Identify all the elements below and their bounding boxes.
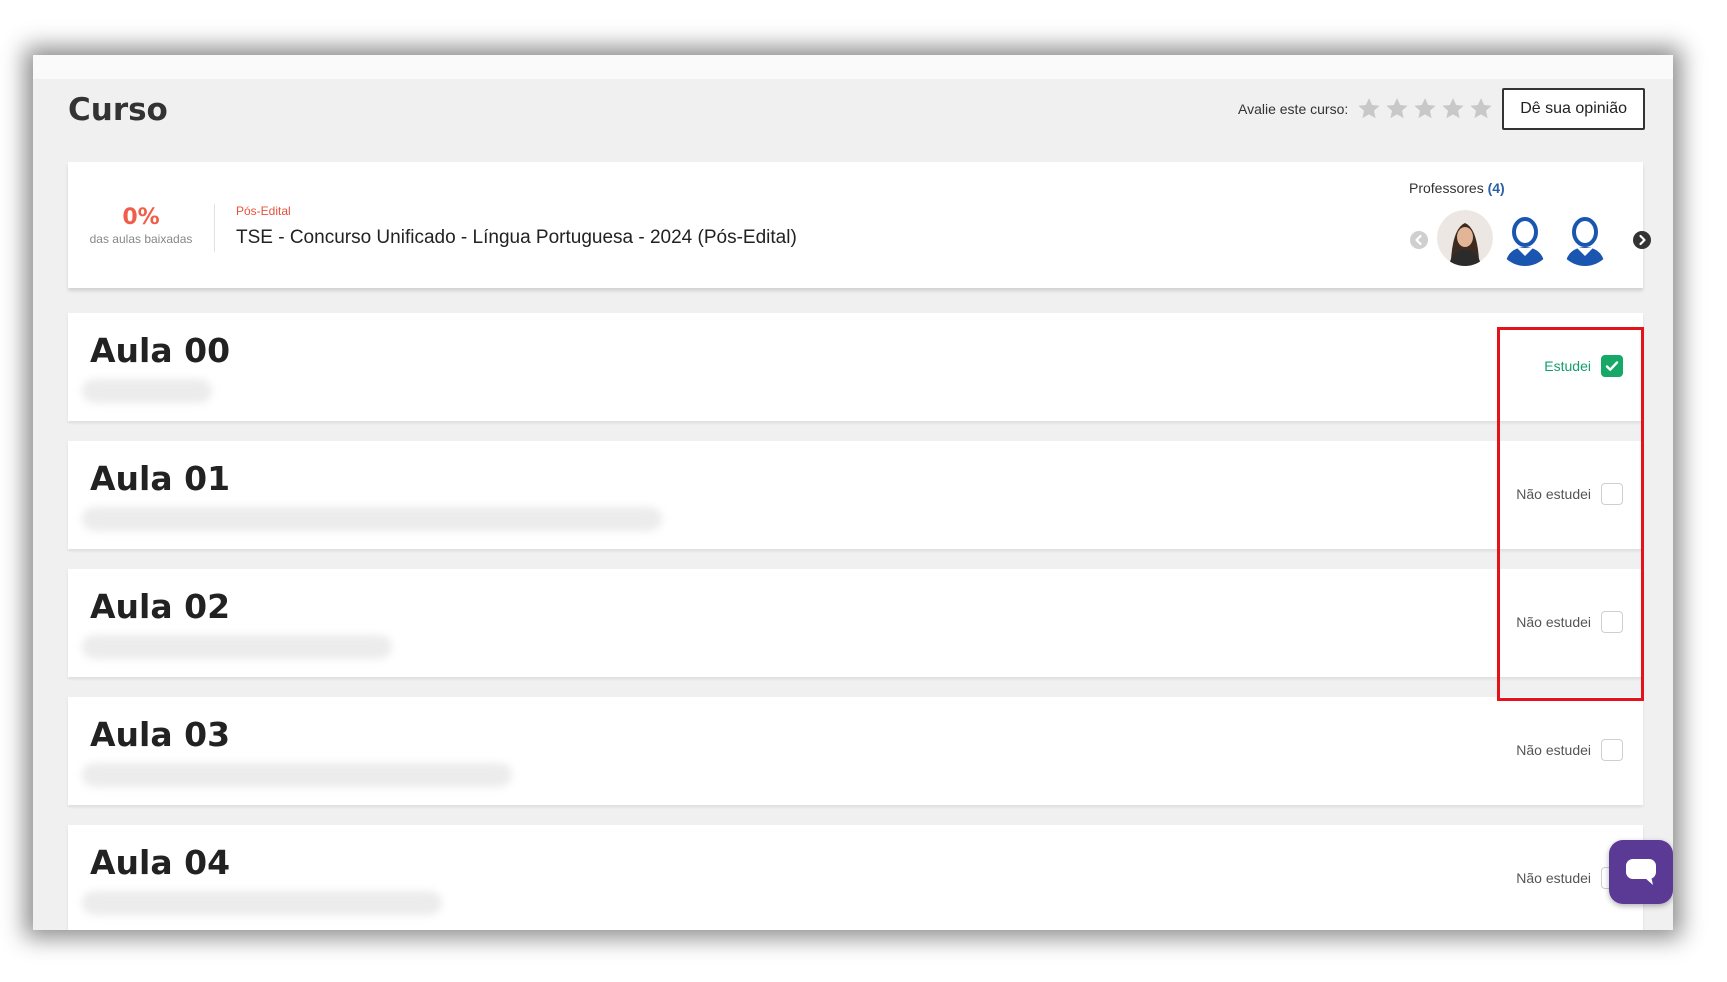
lesson-item[interactable]: Aula 00 Estudei	[68, 313, 1643, 421]
studied-checkbox[interactable]	[1601, 355, 1623, 377]
chevron-left-icon[interactable]	[1409, 230, 1429, 250]
studied-label: Não estudei	[1516, 486, 1591, 502]
lesson-item[interactable]: Aula 04 Não estudei	[68, 825, 1643, 930]
professors-carousel	[1409, 210, 1652, 270]
download-progress: 0% das aulas baixadas	[68, 205, 214, 246]
studied-checkbox[interactable]	[1601, 739, 1623, 761]
chat-bubble-icon	[1626, 859, 1656, 885]
give-opinion-button[interactable]: Dê sua opinião	[1502, 88, 1645, 130]
lesson-subtitle-blurred	[82, 891, 442, 915]
course-name: TSE - Concurso Unificado - Língua Portug…	[236, 227, 797, 248]
studied-toggle[interactable]: Não estudei	[1516, 739, 1623, 761]
star-icon[interactable]	[1468, 96, 1496, 122]
star-icon[interactable]	[1356, 96, 1384, 122]
lesson-title[interactable]: Aula 00	[90, 331, 230, 370]
professors-title: Professores (4)	[1409, 180, 1649, 196]
check-icon	[1605, 361, 1619, 371]
lesson-subtitle-blurred	[82, 507, 662, 531]
professor-avatar[interactable]	[1497, 210, 1553, 266]
course-tag: Pós-Edital	[236, 204, 291, 218]
progress-percent: 0%	[122, 205, 160, 230]
chat-button[interactable]	[1609, 840, 1673, 904]
course-card: 0% das aulas baixadas Pós-Edital TSE - C…	[68, 162, 1651, 288]
studied-checkbox[interactable]	[1601, 611, 1623, 633]
professors-count[interactable]: (4)	[1488, 180, 1505, 196]
lesson-title[interactable]: Aula 03	[90, 715, 230, 754]
studied-toggle[interactable]: Não estudei	[1516, 483, 1623, 505]
lesson-title[interactable]: Aula 01	[90, 459, 230, 498]
studied-toggle[interactable]: Não estudei	[1516, 611, 1623, 633]
course-window: Curso Avalie este curso: Dê sua opinião …	[33, 55, 1673, 930]
lesson-item[interactable]: Aula 01 Não estudei	[68, 441, 1643, 549]
lesson-item[interactable]: Aula 03 Não estudei	[68, 697, 1643, 805]
star-icon[interactable]	[1440, 96, 1468, 122]
lesson-subtitle-blurred	[82, 635, 392, 659]
rating-stars	[1356, 96, 1496, 122]
studied-checkbox[interactable]	[1601, 483, 1623, 505]
lesson-subtitle-blurred	[82, 763, 512, 787]
professors-panel: Professores (4)	[1409, 180, 1651, 266]
star-icon[interactable]	[1412, 96, 1440, 122]
page-title: Curso	[68, 92, 168, 128]
chevron-right-icon[interactable]	[1632, 230, 1652, 250]
studied-toggle[interactable]: Estudei	[1544, 355, 1623, 377]
card-divider	[214, 204, 215, 252]
studied-toggle[interactable]: Não estudei	[1516, 867, 1623, 889]
rating-label: Avalie este curso:	[1238, 101, 1349, 117]
studied-label: Não estudei	[1516, 614, 1591, 630]
top-strip	[33, 55, 1673, 79]
professor-avatar[interactable]	[1437, 210, 1493, 266]
lesson-title[interactable]: Aula 04	[90, 843, 230, 882]
studied-label: Não estudei	[1516, 742, 1591, 758]
star-icon[interactable]	[1384, 96, 1412, 122]
rating-bar: Avalie este curso: Dê sua opinião	[1238, 88, 1645, 130]
lesson-subtitle-blurred	[82, 379, 212, 403]
professors-label: Professores	[1409, 180, 1484, 196]
professor-avatar[interactable]	[1557, 210, 1613, 266]
lesson-item[interactable]: Aula 02 Não estudei	[68, 569, 1643, 677]
studied-label: Não estudei	[1516, 870, 1591, 886]
progress-caption: das aulas baixadas	[89, 232, 193, 246]
studied-label: Estudei	[1544, 358, 1591, 374]
lesson-title[interactable]: Aula 02	[90, 587, 230, 626]
